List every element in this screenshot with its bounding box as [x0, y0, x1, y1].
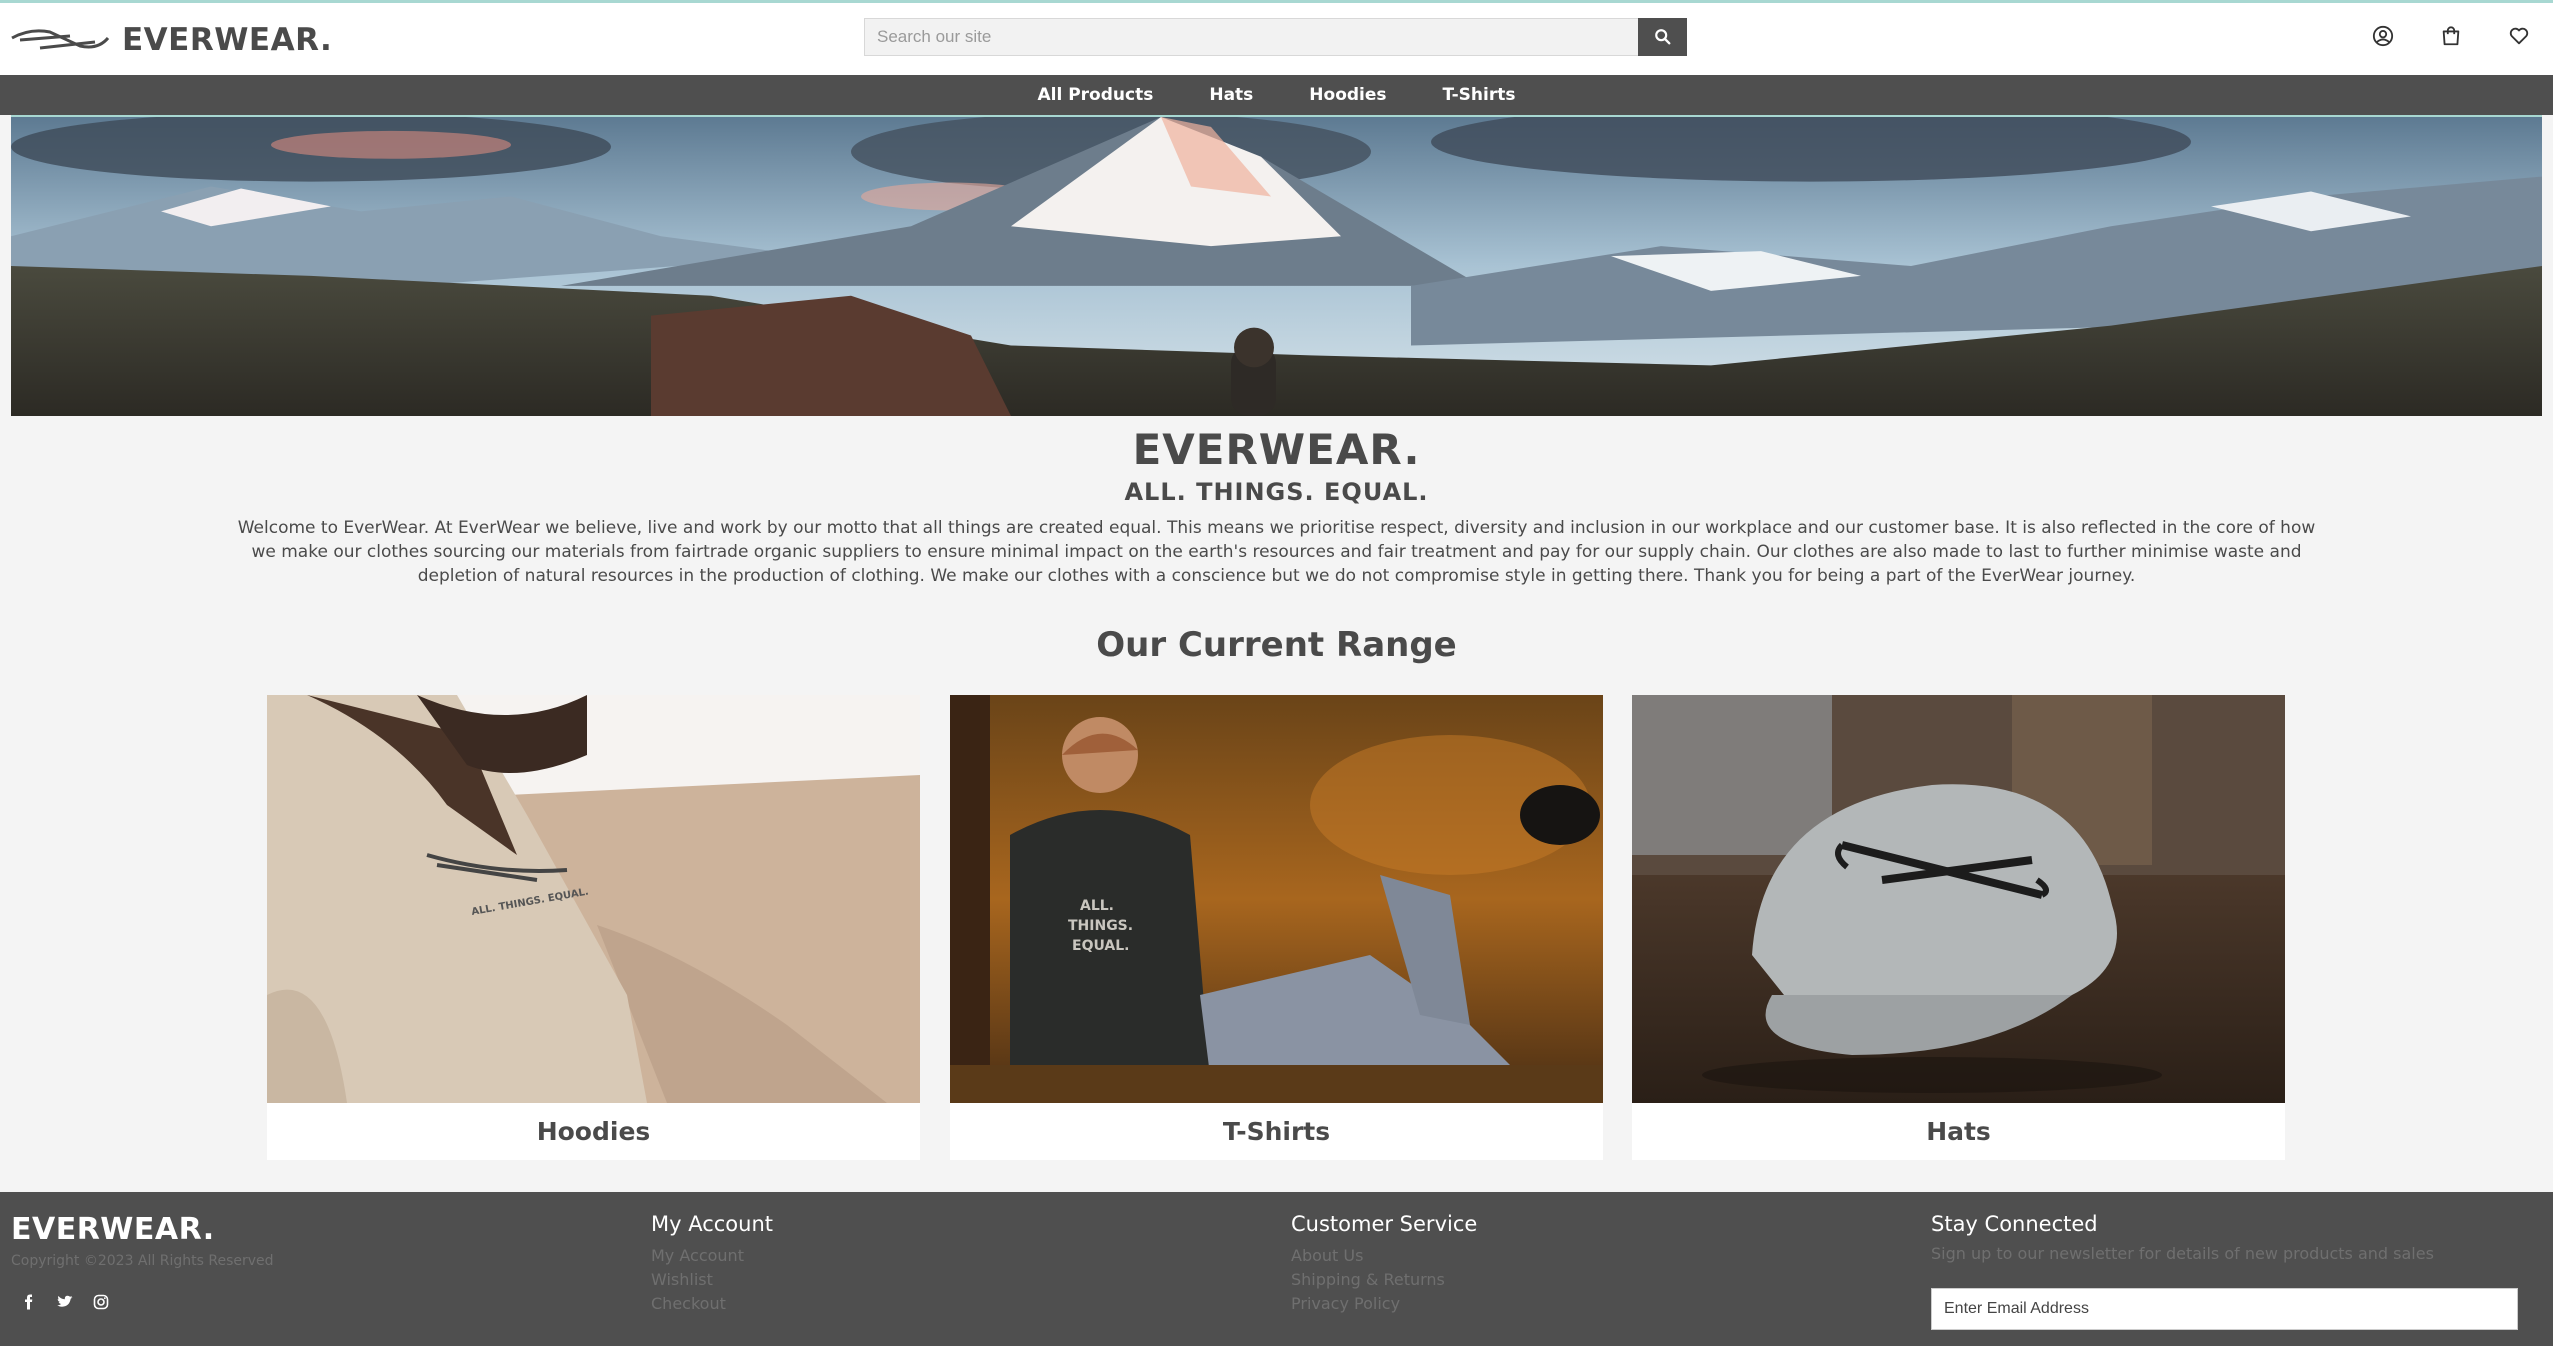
footer-link-privacy-policy[interactable]: Privacy Policy	[1291, 1292, 1477, 1316]
hats-image	[1632, 695, 2285, 1103]
footer-brand-column: EVERWEAR. Copyright ©2023 All Rights Res…	[11, 1212, 274, 1313]
header-icons	[2349, 21, 2553, 51]
facebook-link[interactable]	[11, 1291, 47, 1313]
instagram-link[interactable]	[83, 1291, 119, 1313]
tshirt-print-line-2: THINGS.	[1068, 918, 1133, 934]
social-links	[11, 1291, 274, 1313]
page-title: EVERWEAR.	[1132, 425, 1421, 474]
footer-link-about-us[interactable]: About Us	[1291, 1244, 1477, 1268]
tshirt-print-line-3: EQUAL.	[1072, 938, 1129, 954]
search-icon	[1654, 29, 1670, 45]
search-button[interactable]	[1638, 18, 1687, 56]
product-card-hats[interactable]: Hats	[1632, 695, 2285, 1160]
t-shirts-image: ALL. THINGS. EQUAL.	[950, 695, 1603, 1103]
footer-link-checkout[interactable]: Checkout	[651, 1292, 773, 1316]
account-icon	[2372, 25, 2394, 47]
brand-logo[interactable]: EVERWEAR.	[10, 17, 332, 63]
product-card-t-shirts[interactable]: ALL. THINGS. EQUAL. T-Shirts	[950, 695, 1603, 1160]
twitter-icon	[57, 1295, 73, 1307]
newsletter-text: Sign up to our newsletter for details of…	[1931, 1244, 2434, 1263]
main-nav: All Products Hats Hoodies T-Shirts	[0, 75, 2553, 115]
nav-item-hoodies[interactable]: Hoodies	[1309, 85, 1386, 105]
instagram-icon	[93, 1294, 109, 1310]
heart-icon	[2509, 27, 2529, 45]
card-label: Hats	[1926, 1117, 1991, 1146]
footer-brand: EVERWEAR.	[11, 1212, 215, 1247]
facebook-icon	[25, 1294, 33, 1310]
account-button[interactable]	[2349, 21, 2417, 51]
brand-name: EVERWEAR.	[122, 22, 333, 58]
top-header: EVERWEAR.	[0, 0, 2553, 75]
copyright-text: Copyright ©2023 All Rights Reserved	[11, 1253, 274, 1269]
footer-link-wishlist[interactable]: Wishlist	[651, 1268, 773, 1292]
footer-connect-column: Stay Connected Sign up to our newsletter…	[1931, 1212, 2434, 1263]
hoodies-image: ALL. THINGS. EQUAL.	[267, 695, 920, 1103]
footer-account-heading: My Account	[651, 1212, 774, 1236]
footer-connect-heading: Stay Connected	[1931, 1212, 2098, 1236]
search-bar	[864, 18, 1687, 56]
footer-service-column: Customer Service About Us Shipping & Ret…	[1291, 1212, 1477, 1316]
wishlist-button[interactable]	[2485, 21, 2553, 51]
cart-button[interactable]	[2417, 21, 2485, 51]
hero-banner	[11, 115, 2542, 416]
twitter-link[interactable]	[47, 1291, 83, 1313]
brand-motto: ALL. THINGS. EQUAL.	[1124, 478, 1429, 506]
card-label: Hoodies	[536, 1117, 651, 1146]
footer-link-my-account[interactable]: My Account	[651, 1244, 773, 1268]
logo-mark-icon	[11, 29, 110, 50]
card-label: T-Shirts	[1222, 1117, 1331, 1146]
nav-item-all-products[interactable]: All Products	[1037, 85, 1153, 105]
footer-link-shipping-returns[interactable]: Shipping & Returns	[1291, 1268, 1477, 1292]
nav-item-t-shirts[interactable]: T-Shirts	[1443, 85, 1516, 105]
footer-service-heading: Customer Service	[1291, 1212, 1478, 1236]
intro-paragraph: Welcome to EverWear. At EverWear we beli…	[237, 518, 2316, 586]
product-card-hoodies[interactable]: ALL. THINGS. EQUAL. Hoodies	[267, 695, 920, 1160]
tshirt-print-line-1: ALL.	[1080, 898, 1114, 914]
range-title: Our Current Range	[1096, 625, 1457, 665]
footer-account-column: My Account My Account Wishlist Checkout	[651, 1212, 773, 1316]
nav-item-hats[interactable]: Hats	[1209, 85, 1253, 105]
shopping-bag-icon	[2442, 26, 2460, 46]
newsletter-email-input[interactable]	[1931, 1288, 2518, 1330]
search-input[interactable]	[864, 18, 1638, 56]
mountain-landscape-image	[11, 117, 2542, 416]
